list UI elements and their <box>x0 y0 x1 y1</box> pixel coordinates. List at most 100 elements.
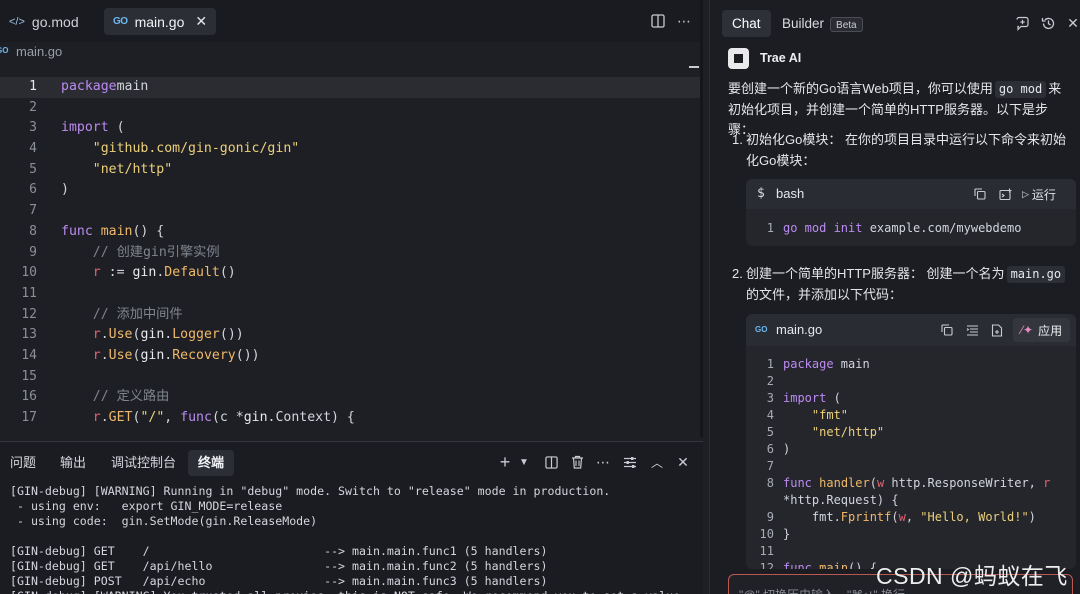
line-number: 1 <box>766 221 774 235</box>
close-chat-icon[interactable]: ✕ <box>1064 14 1080 32</box>
close-tab-icon[interactable]: ✕ <box>195 13 207 30</box>
code-line[interactable]: 12 // 添加中间件 <box>0 305 700 326</box>
code-token: example.com/mywebdemo <box>869 221 1022 235</box>
code-token: "net/http" <box>811 425 885 439</box>
tab-chat[interactable]: Chat <box>722 10 771 37</box>
run-button[interactable]: ▷ 运行 <box>1022 186 1056 203</box>
add-terminal-icon[interactable]: + <box>497 452 513 472</box>
code-token: *http.Request) { <box>783 493 899 507</box>
breadcrumb[interactable]: GO main.go <box>0 44 62 59</box>
tab-output[interactable]: 输出 <box>50 450 96 476</box>
code-line: 3 import ( <box>746 390 1076 407</box>
line-number: 6 <box>29 182 37 198</box>
apply-button[interactable]: ⁄✦ 应用 <box>1013 318 1071 342</box>
tab-problems[interactable]: 问题 <box>0 450 46 476</box>
code-token: func <box>783 476 812 490</box>
code-line: 8 func handler(w http.ResponseWriter, r <box>746 475 1076 492</box>
code-line[interactable]: 9 // 创建gin引擎实例 <box>0 243 700 264</box>
split-terminal-icon[interactable] <box>543 454 559 470</box>
line-number: 13 <box>21 327 37 343</box>
line-number: 9 <box>29 244 37 260</box>
history-icon[interactable] <box>1039 14 1057 32</box>
code-line[interactable]: 14 r.Use(gin.Recovery()) <box>0 346 700 367</box>
code-line[interactable]: 3 import ( <box>0 118 700 139</box>
code-block-header: GO main.go ⁄✦ 应用 <box>746 314 1076 346</box>
line-text: } <box>783 526 790 543</box>
tab-terminal[interactable]: 终端 <box>188 450 235 476</box>
watermark: CSDN @蚂蚁在飞 <box>876 563 1068 589</box>
close-panel-icon[interactable]: ✕ <box>675 454 691 470</box>
tab-builder[interactable]: Builder Beta <box>782 10 863 37</box>
code-line: 7 <box>746 458 1076 475</box>
insert-code-icon[interactable] <box>964 322 980 338</box>
tab-main-go[interactable]: GO main.go ✕ <box>104 8 217 35</box>
code-token: http.ResponseWriter, <box>884 476 1044 490</box>
line-number: 15 <box>21 368 37 384</box>
line-number: 5 <box>766 425 774 439</box>
code-token: ( <box>891 510 899 524</box>
terminal-line: [GIN-debug] POST /api/echo --> main.main… <box>10 574 548 588</box>
code-line[interactable]: 5 "net/http" <box>0 160 700 181</box>
trash-icon[interactable] <box>569 454 585 470</box>
code-line: 10} <box>746 526 1076 543</box>
code-line[interactable]: 2 <box>0 98 700 119</box>
code-line[interactable]: 6) <box>0 180 700 201</box>
chevron-down-icon[interactable]: ▼ <box>516 454 532 470</box>
line-number: 1 <box>766 357 774 371</box>
more-actions-icon[interactable]: ⋯ <box>595 454 611 470</box>
code-filename: main.go <box>776 322 823 337</box>
go-code-lines[interactable]: 1 package main 2 3 import (4 "fmt" 5 "net/htt… <box>746 356 1076 569</box>
code-line[interactable]: 13 r.Use(gin.Logger()) <box>0 325 700 346</box>
more-actions-icon[interactable]: ⋯ <box>675 12 693 30</box>
code-line: 9 fmt.Fprintf(w, "Hello, World!") <box>746 509 1076 526</box>
line-text: "fmt" <box>783 407 848 424</box>
go-file-icon: GO <box>0 46 9 55</box>
code-line: 6) <box>746 441 1076 458</box>
split-editor-icon[interactable] <box>649 12 667 30</box>
code-line[interactable]: 4 "github.com/gin-gonic/gin" <box>0 139 700 160</box>
code-line[interactable]: 11 <box>0 284 700 305</box>
code-token: ( <box>869 476 877 490</box>
tab-label: go.mod <box>31 13 79 30</box>
tab-label: 输出 <box>60 455 87 470</box>
code-token: func <box>61 223 93 239</box>
code-line[interactable]: 16 // 定义路由 <box>0 387 700 408</box>
code-area[interactable]: 1 packagemain 2 3 import (4 "github.com/gin-… <box>0 77 700 429</box>
bash-code-lines[interactable]: 1 go mod init example.com/mywebdemo <box>746 220 1076 237</box>
code-line[interactable]: 8 func main() { <box>0 222 700 243</box>
code-line: 5 "net/http" <box>746 424 1076 441</box>
line-text: // 创建gin引擎实例 <box>61 243 220 264</box>
vertical-splitter[interactable] <box>700 0 703 437</box>
code-line[interactable]: 15 <box>0 367 700 388</box>
tab-label: main.go <box>134 13 185 30</box>
code-token: func <box>783 561 812 569</box>
insert-terminal-icon[interactable] <box>997 186 1013 202</box>
new-file-icon[interactable] <box>989 322 1005 338</box>
new-chat-icon[interactable] <box>1013 14 1031 32</box>
line-number: 3 <box>29 120 37 136</box>
code-line[interactable]: 17 r.GET("/", func(c *gin.Context) { <box>0 408 700 429</box>
line-text: fmt.Fprintf(w, "Hello, World!") <box>783 509 1036 526</box>
tab-go-mod[interactable]: </> go.mod <box>0 8 88 35</box>
copy-icon[interactable] <box>939 322 955 338</box>
minimap-indicator <box>689 66 699 68</box>
code-token: ( <box>108 120 125 136</box>
code-token: Use <box>108 327 133 343</box>
code-line[interactable]: 1 packagemain <box>0 77 700 98</box>
copy-icon[interactable] <box>972 186 988 202</box>
beta-badge: Beta <box>830 17 863 32</box>
code-line[interactable]: 7 <box>0 201 700 222</box>
code-token: Use <box>108 347 133 363</box>
chevron-up-icon[interactable]: ︿ <box>649 454 665 470</box>
line-number: 10 <box>21 265 37 281</box>
terminal-settings-icon[interactable] <box>622 454 638 470</box>
tab-debug-console[interactable]: 调试控制台 <box>101 450 186 476</box>
line-number: 11 <box>759 544 774 558</box>
terminal-output[interactable]: [GIN-debug] [WARNING] Running in "debug"… <box>10 484 700 594</box>
code-line[interactable]: 10 r := gin.Default() <box>0 263 700 284</box>
